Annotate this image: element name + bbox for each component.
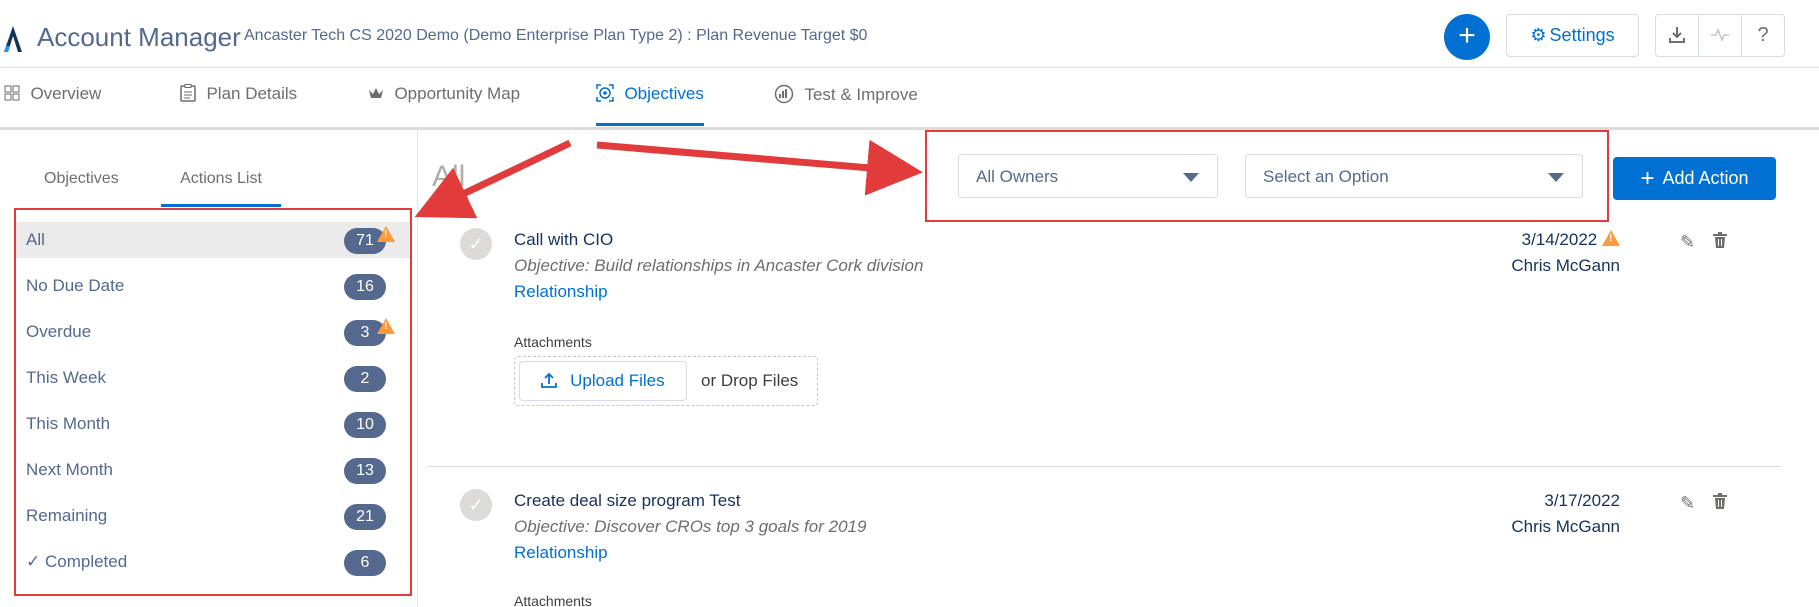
action-card: ✓ Call with CIO Objective: Build relatio… xyxy=(428,228,1778,458)
list-item-no-due-date[interactable]: No Due Date 16 xyxy=(16,268,410,304)
add-action-button[interactable]: + Add Action xyxy=(1613,157,1776,200)
file-drop-zone[interactable]: Upload Files or Drop Files xyxy=(514,356,818,406)
chevron-down-icon xyxy=(1548,173,1564,182)
settings-label: Settings xyxy=(1549,25,1615,45)
upload-icon xyxy=(541,371,562,390)
list-item-label: No Due Date xyxy=(26,276,125,295)
header-icon-group: ? xyxy=(1655,14,1785,57)
list-item-next-month[interactable]: Next Month 13 xyxy=(16,452,410,488)
drop-files-text: or Drop Files xyxy=(701,371,799,390)
list-item-completed[interactable]: ✓ Completed 6 xyxy=(16,544,410,580)
tab-test-improve[interactable]: Test & Improve xyxy=(774,84,918,126)
list-item-label: Overdue xyxy=(26,322,92,341)
global-add-button[interactable]: + xyxy=(1444,14,1490,60)
count-badge: 2 xyxy=(344,366,386,392)
main-tabs: Overview Plan Details Opportunity Map Ob… xyxy=(0,68,1819,130)
option-filter-value: Select an Option xyxy=(1263,167,1389,186)
attachments-label: Attachments xyxy=(514,593,592,607)
action-title[interactable]: Call with CIO xyxy=(514,230,613,250)
settings-button[interactable]: ⚙ Settings xyxy=(1506,14,1639,57)
app-title: Account Manager xyxy=(37,22,241,52)
logo-icon xyxy=(4,26,22,52)
action-objective: Objective: Build relationships in Ancast… xyxy=(514,256,924,275)
action-date-text: 3/14/2022 xyxy=(1521,230,1598,249)
gear-icon: ⚙ xyxy=(1530,25,1547,45)
action-date: 3/14/2022 xyxy=(1522,230,1620,250)
crown-icon xyxy=(368,86,388,103)
list-item-this-week[interactable]: This Week 2 xyxy=(16,360,410,396)
delete-icon[interactable] xyxy=(1713,232,1727,253)
add-action-label: Add Action xyxy=(1662,168,1749,188)
action-owner: Chris McGann xyxy=(1511,256,1620,275)
count-badge: 10 xyxy=(344,412,386,438)
action-title[interactable]: Create deal size program Test xyxy=(514,491,740,511)
actions-filter-list: All 71 No Due Date 16 Overdue 3 This Wee… xyxy=(14,208,412,596)
complete-check-icon[interactable]: ✓ xyxy=(460,228,492,260)
tab-plan-details[interactable]: Plan Details xyxy=(180,84,297,126)
edit-icon[interactable]: ✎ xyxy=(1680,232,1695,253)
owner-filter-select[interactable]: All Owners xyxy=(958,154,1218,198)
grid-icon xyxy=(4,85,24,103)
tab-objectives[interactable]: Objectives xyxy=(596,84,704,126)
card-divider xyxy=(428,466,1781,467)
delete-icon[interactable] xyxy=(1713,493,1727,514)
list-item-label: ✓ Completed xyxy=(26,552,128,571)
help-icon[interactable]: ? xyxy=(1742,15,1784,56)
warning-icon xyxy=(1602,230,1620,246)
list-item-all[interactable]: All 71 xyxy=(16,222,410,258)
activity-icon[interactable] xyxy=(1699,15,1742,56)
chevron-down-icon xyxy=(1183,173,1199,182)
tab-label: Plan Details xyxy=(206,84,298,103)
option-filter-select[interactable]: Select an Option xyxy=(1245,154,1583,198)
attachments-label: Attachments xyxy=(514,334,592,350)
actions-sidebar: Objectives Actions List All 71 No Due Da… xyxy=(0,130,418,607)
list-item-label: All xyxy=(26,230,45,249)
warning-icon xyxy=(377,318,395,334)
complete-check-icon[interactable]: ✓ xyxy=(460,489,492,521)
tab-label: Test & Improve xyxy=(804,85,918,104)
count-badge: 16 xyxy=(344,274,386,300)
app-header: Account Manager Ancaster Tech CS 2020 De… xyxy=(0,0,1819,68)
warning-icon xyxy=(377,226,395,242)
subtab-objectives[interactable]: Objectives xyxy=(44,170,119,207)
list-item-label: This Week xyxy=(26,368,106,387)
action-date: 3/17/2022 xyxy=(1544,491,1620,510)
count-badge: 21 xyxy=(344,504,386,530)
count-badge: 6 xyxy=(344,550,386,576)
count-badge: 13 xyxy=(344,458,386,484)
tab-label: Objectives xyxy=(624,84,704,103)
action-category-link[interactable]: Relationship xyxy=(514,543,608,563)
list-item-label: Remaining xyxy=(26,506,108,525)
list-item-this-month[interactable]: This Month 10 xyxy=(16,406,410,442)
edit-icon[interactable]: ✎ xyxy=(1680,493,1695,514)
action-category-link[interactable]: Relationship xyxy=(514,282,608,302)
upload-label: Upload Files xyxy=(570,371,665,390)
target-icon xyxy=(596,84,618,103)
upload-files-button[interactable]: Upload Files xyxy=(519,361,687,401)
plus-icon: + xyxy=(1640,165,1655,192)
tab-label: Opportunity Map xyxy=(394,84,521,103)
action-objective: Objective: Discover CROs top 3 goals for… xyxy=(514,517,867,536)
action-owner: Chris McGann xyxy=(1511,517,1620,536)
tab-opportunity-map[interactable]: Opportunity Map xyxy=(368,84,520,126)
arrow-to-filters xyxy=(596,139,923,196)
plan-title: Ancaster Tech CS 2020 Demo (Demo Enterpr… xyxy=(244,27,868,44)
tab-label: Overview xyxy=(30,84,102,103)
list-item-overdue[interactable]: Overdue 3 xyxy=(16,314,410,350)
owner-filter-value: All Owners xyxy=(976,167,1059,186)
list-item-label: Next Month xyxy=(26,460,113,479)
action-card: ✓ Create deal size program Test Objectiv… xyxy=(428,489,1778,607)
subtab-actions-list[interactable]: Actions List xyxy=(161,170,281,207)
list-title: All xyxy=(432,160,466,193)
list-item-label: This Month xyxy=(26,414,111,433)
list-item-remaining[interactable]: Remaining 21 xyxy=(16,498,410,534)
gauge-icon xyxy=(774,84,798,104)
tab-overview[interactable]: Overview xyxy=(4,84,101,126)
clipboard-icon xyxy=(180,84,200,103)
download-icon[interactable] xyxy=(1656,15,1699,56)
